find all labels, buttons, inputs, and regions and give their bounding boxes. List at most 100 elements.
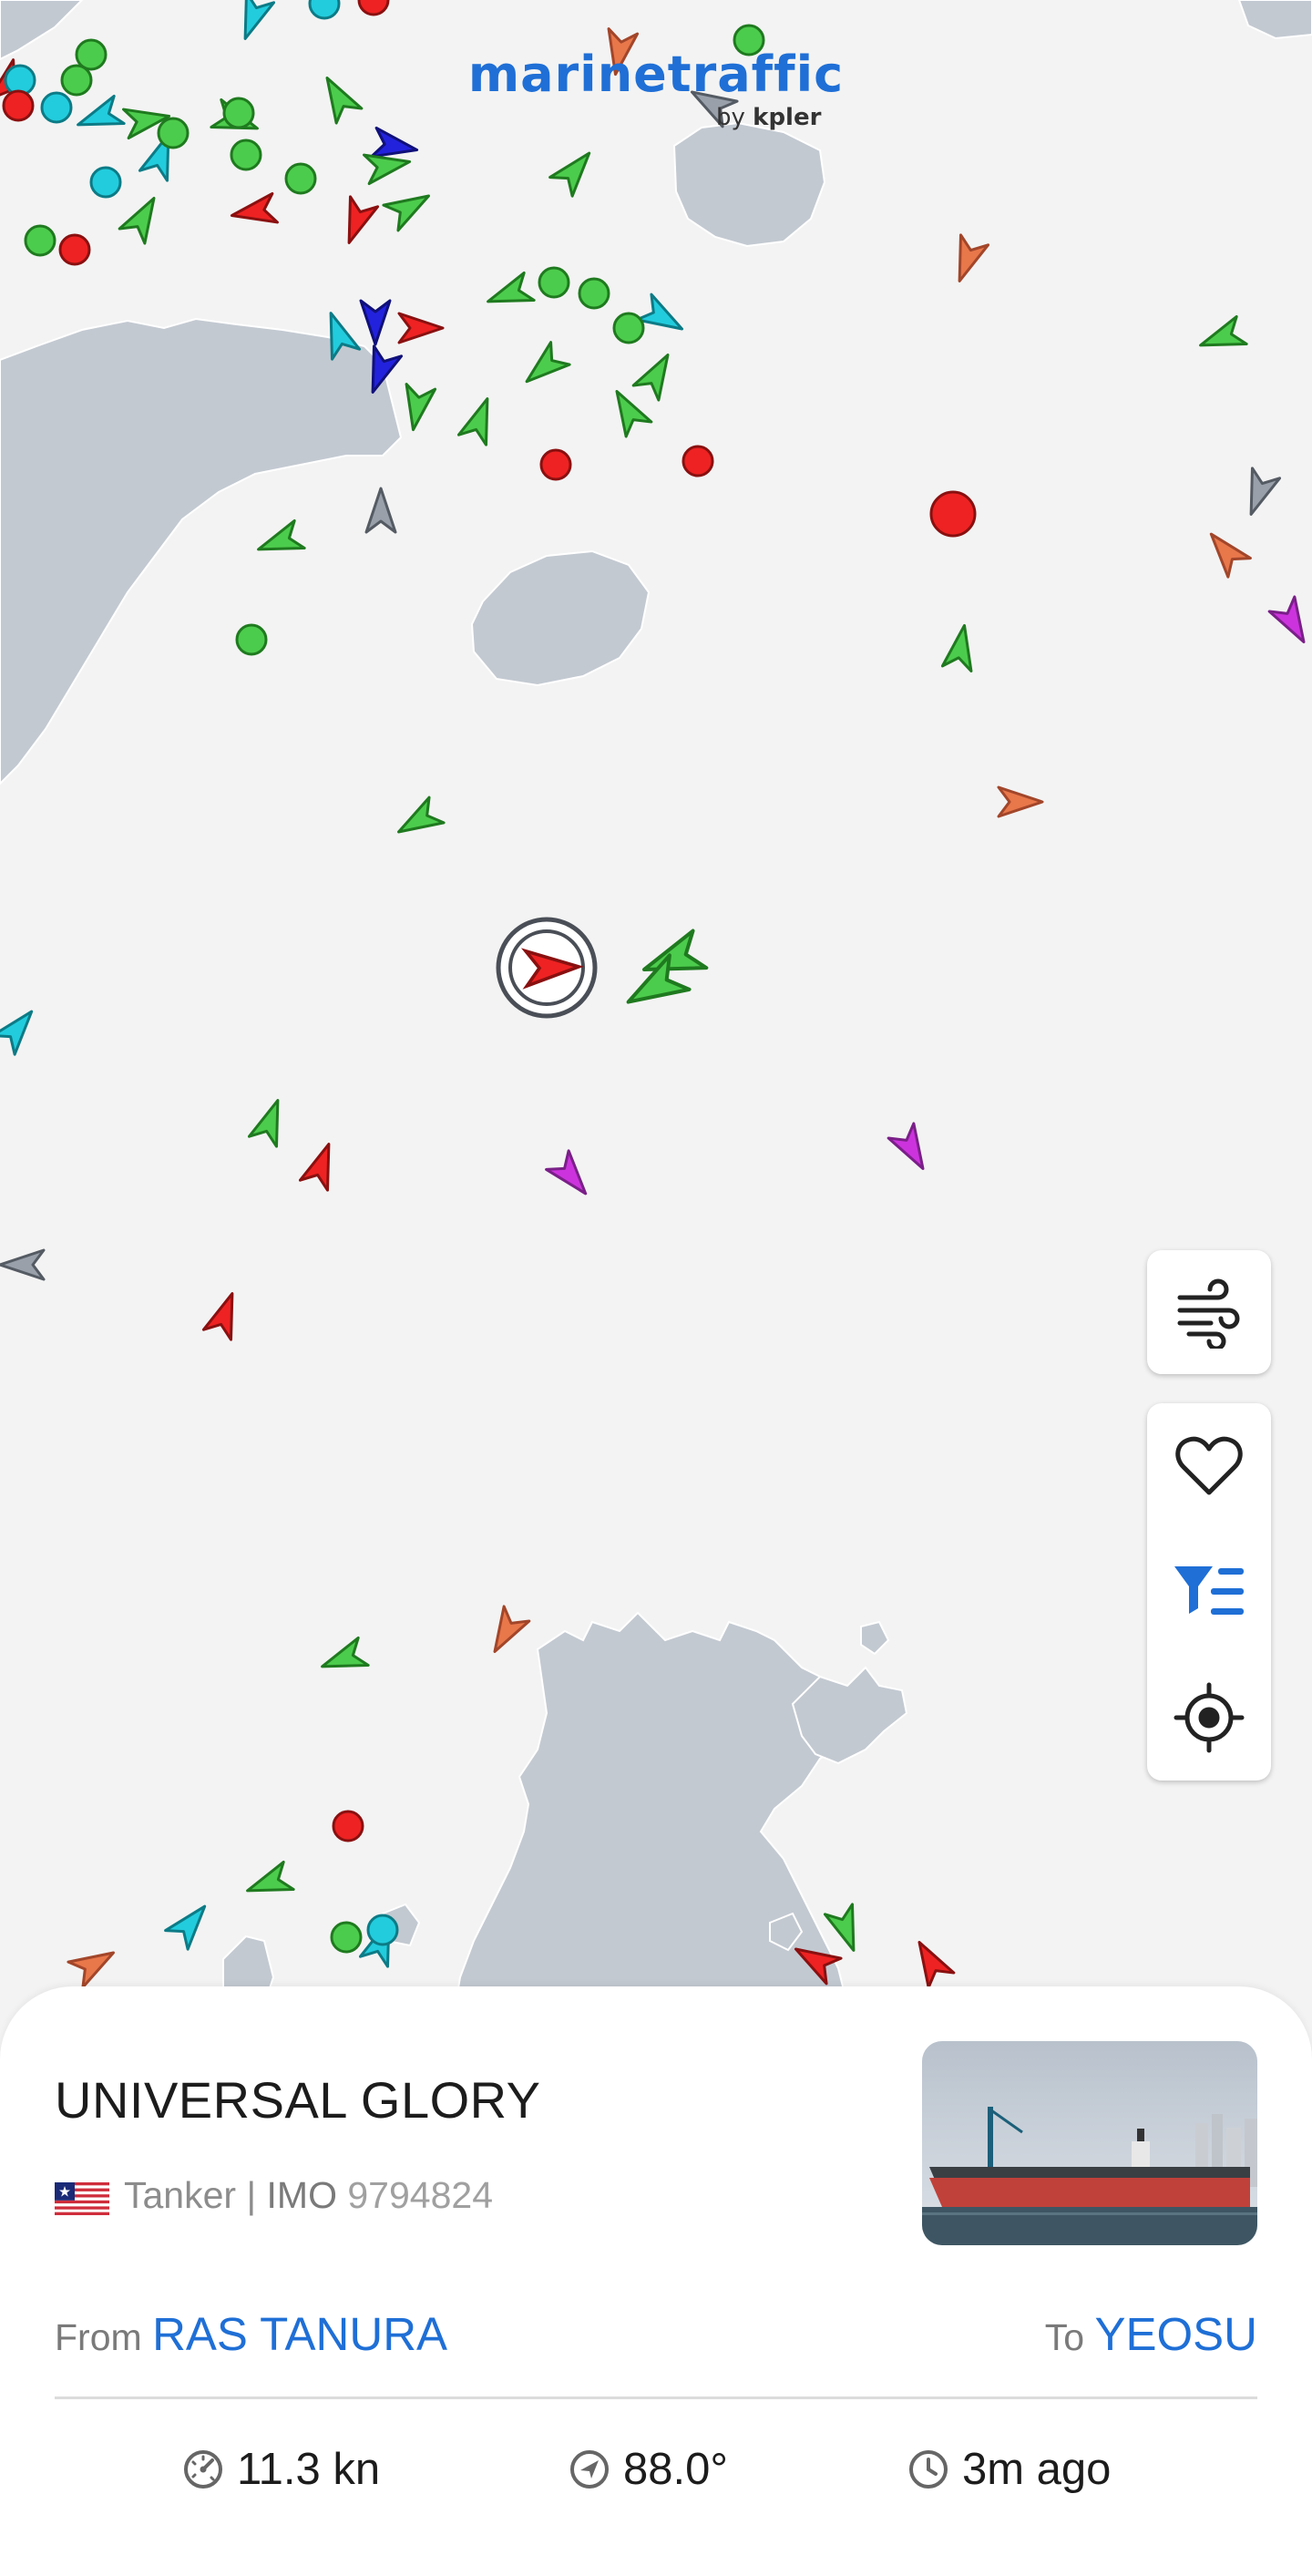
vessel-marker[interactable] <box>545 1149 597 1203</box>
anchored-vessel-marker[interactable] <box>538 266 570 299</box>
vessel-marker[interactable] <box>631 347 681 402</box>
imo-label: IMO <box>266 2174 337 2216</box>
vessel-marker[interactable] <box>253 518 306 562</box>
anchored-vessel-marker[interactable] <box>157 117 190 149</box>
locate-me-button[interactable] <box>1147 1655 1271 1781</box>
vessel-marker[interactable] <box>483 271 536 314</box>
origin-port[interactable]: RAS TANURA <box>152 2308 447 2360</box>
anchored-vessel-marker[interactable] <box>929 490 977 538</box>
vessel-marker[interactable] <box>73 94 126 138</box>
anchored-vessel-marker[interactable] <box>357 0 390 16</box>
vessel-type: Tanker <box>124 2174 237 2216</box>
vessel-name[interactable]: UNIVERSAL GLORY <box>55 2070 540 2130</box>
brand-name: marinetraffic <box>467 46 845 103</box>
anchored-vessel-marker[interactable] <box>24 224 56 257</box>
anchored-vessel-marker[interactable] <box>332 1810 364 1842</box>
last-update-stat: 3m ago <box>907 2444 1111 2495</box>
meta-separator: | <box>246 2174 257 2216</box>
vessel-marker[interactable] <box>382 183 436 232</box>
to-label: To <box>1044 2316 1085 2358</box>
navigation-arrow-icon <box>570 2450 609 2489</box>
vessel-marker[interactable] <box>364 487 397 534</box>
heart-icon <box>1175 1436 1243 1495</box>
speed-value: 11.3 kn <box>237 2445 381 2494</box>
wind-icon <box>1147 1250 1271 1374</box>
anchored-vessel-marker[interactable] <box>366 1914 399 1946</box>
brand-logo: marinetraffic by kpler <box>0 46 1312 132</box>
favorite-button[interactable] <box>1147 1403 1271 1529</box>
vessel-marker[interactable] <box>1200 525 1252 579</box>
vessel-marker[interactable] <box>317 308 362 361</box>
filter-button[interactable] <box>1147 1529 1271 1655</box>
anchored-vessel-marker[interactable] <box>612 312 645 344</box>
vessel-marker[interactable] <box>940 623 979 672</box>
vessel-marker[interactable] <box>1195 314 1248 358</box>
vessel-marker[interactable] <box>67 1940 121 1989</box>
anchored-vessel-marker[interactable] <box>284 162 317 195</box>
anchored-vessel-marker[interactable] <box>235 623 268 656</box>
route-destination[interactable]: To YEOSU <box>1045 2307 1257 2361</box>
anchored-vessel-marker[interactable] <box>682 445 714 477</box>
map-view[interactable]: marinetraffic by kpler <box>0 0 1312 2005</box>
vessel-marker[interactable] <box>391 795 446 845</box>
imo-number: 9794824 <box>347 2174 493 2216</box>
divider <box>55 2396 1257 2399</box>
anchored-vessel-marker[interactable] <box>539 448 572 481</box>
vessel-marker[interactable] <box>164 1897 216 1951</box>
vessel-marker[interactable] <box>230 191 279 230</box>
vessel-info-card[interactable]: UNIVERSAL GLORY Tanker | IMO 9794824 Fro… <box>0 1986 1312 2576</box>
vessel-marker[interactable] <box>1267 595 1312 650</box>
route-origin[interactable]: From RAS TANURA <box>55 2307 447 2361</box>
flag-icon <box>55 2182 109 2215</box>
vessel-marker[interactable] <box>335 195 380 248</box>
vessel-marker[interactable] <box>231 0 276 44</box>
anchored-vessel-marker[interactable] <box>222 97 255 129</box>
vessel-marker[interactable] <box>946 233 990 286</box>
vessel-marker[interactable] <box>907 1935 956 1989</box>
destination-port[interactable]: YEOSU <box>1094 2308 1257 2360</box>
vessel-marker[interactable] <box>359 344 404 397</box>
weather-layer-button[interactable] <box>1147 1250 1271 1374</box>
vessel-markers-layer[interactable] <box>0 0 1312 2005</box>
vessel-marker[interactable] <box>482 1605 531 1659</box>
vessel-marker[interactable] <box>997 785 1044 818</box>
brand-byline: by kpler <box>716 104 822 131</box>
vessel-marker[interactable] <box>399 383 437 433</box>
vessel-marker[interactable] <box>317 1636 370 1679</box>
vessel-marker[interactable] <box>0 1248 46 1281</box>
vessel-marker[interactable] <box>604 384 653 438</box>
anchored-vessel-marker[interactable] <box>578 277 610 310</box>
filter-list-icon <box>1174 1566 1244 1615</box>
selected-vessel-marker[interactable] <box>496 917 598 1019</box>
vessel-marker[interactable] <box>887 1122 936 1176</box>
speed-stat: 11.3 kn <box>182 2444 380 2495</box>
vessel-marker[interactable] <box>548 144 600 198</box>
vessel-marker[interactable] <box>518 341 571 393</box>
anchored-vessel-marker[interactable] <box>330 1921 363 1954</box>
vessel-marker[interactable] <box>397 312 445 344</box>
map-controls-panel <box>1147 1403 1271 1781</box>
crosshair-icon <box>1174 1682 1245 1753</box>
course-value: 88.0° <box>623 2445 728 2494</box>
anchored-vessel-marker[interactable] <box>308 0 341 20</box>
vessel-marker[interactable] <box>247 1095 291 1148</box>
vessel-marker[interactable] <box>456 394 500 446</box>
vessel-marker[interactable] <box>788 1936 843 1986</box>
vessel-marker[interactable] <box>298 1139 342 1192</box>
speedometer-icon <box>184 2450 222 2489</box>
vessel-marker[interactable] <box>0 1002 43 1056</box>
last-update-value: 3m ago <box>962 2445 1112 2494</box>
anchored-vessel-marker[interactable] <box>230 139 262 171</box>
vessel-marker[interactable] <box>201 1288 245 1341</box>
vessel-marker[interactable] <box>1237 467 1282 519</box>
vessel-marker[interactable] <box>118 190 167 245</box>
vessel-photo[interactable] <box>922 2041 1257 2245</box>
vessel-marker[interactable] <box>635 292 690 342</box>
vessel-marker[interactable] <box>823 1903 866 1955</box>
clock-icon <box>909 2450 948 2489</box>
vessel-meta: Tanker | IMO 9794824 <box>124 2174 493 2217</box>
vessel-marker[interactable] <box>359 299 392 346</box>
vessel-marker[interactable] <box>242 1860 295 1904</box>
anchored-vessel-marker[interactable] <box>89 166 122 199</box>
anchored-vessel-marker[interactable] <box>58 233 91 266</box>
